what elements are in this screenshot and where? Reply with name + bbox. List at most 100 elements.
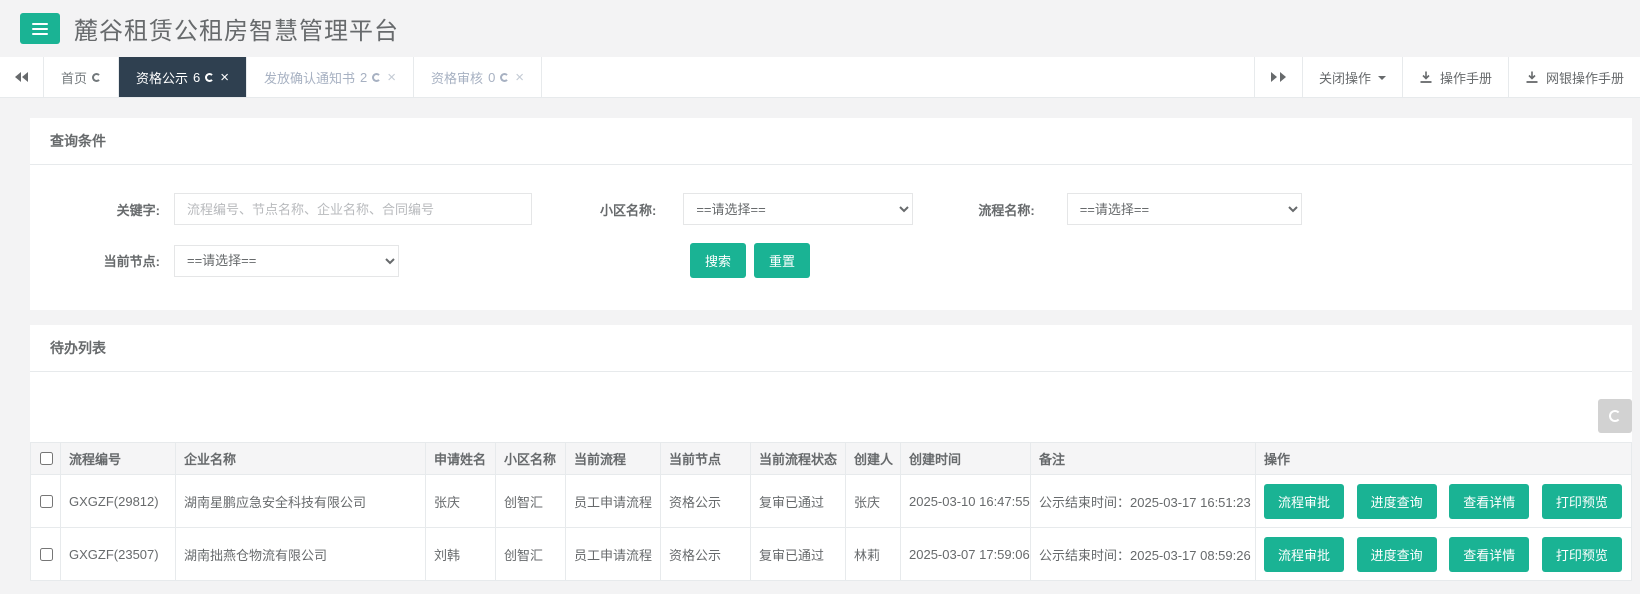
col-creator: 创建人 — [845, 442, 901, 475]
table-row: GXGZF(23507) 湖南拙燕仓物流有限公司 刘韩 创智汇 员工申请流程 资… — [30, 527, 1632, 581]
col-current-flow: 当前流程 — [565, 442, 661, 475]
table-header-row: 流程编号 企业名称 申请姓名 小区名称 当前流程 当前节点 当前流程状态 创建人… — [30, 442, 1632, 475]
refresh-icon[interactable] — [500, 72, 510, 82]
tab-bar: 首页 资格公示 6 × 发放确认通知书 2 × 资格审核 0 × 关闭操作 操作手 — [0, 57, 1640, 98]
double-left-arrow-icon — [22, 72, 28, 82]
cell-community: 创智汇 — [495, 474, 566, 528]
view-details-button[interactable]: 查看详情 — [1449, 536, 1530, 572]
cell-current-node: 资格公示 — [660, 527, 751, 581]
cell-process-no: GXGZF(29812) — [60, 474, 176, 528]
operation-manual-button[interactable]: 操作手册 — [1401, 57, 1508, 97]
app-header: 麓谷租赁公租房智慧管理平台 — [0, 0, 1640, 57]
tabbar-actions: 关闭操作 操作手册 网银操作手册 — [1253, 57, 1640, 97]
tabs-scroll-left-button[interactable] — [0, 57, 44, 97]
col-applicant: 申请姓名 — [425, 442, 496, 475]
main-content: 查询条件 关键字: 小区名称: ==请选择== 流程名称: ==请选择== 当前… — [0, 98, 1640, 581]
refresh-icon[interactable] — [205, 72, 215, 82]
col-actions: 操作 — [1255, 442, 1632, 475]
flow-name-select[interactable]: ==请选择== — [1066, 193, 1302, 225]
row-checkbox[interactable] — [39, 494, 53, 508]
tabs-scroll-right-button[interactable] — [1253, 57, 1302, 97]
close-icon[interactable]: × — [515, 70, 524, 85]
query-form: 关键字: 小区名称: ==请选择== 流程名称: ==请选择== 当前节点: =… — [30, 165, 1632, 310]
tab-count: 2 — [360, 69, 368, 85]
chevron-down-icon — [1377, 76, 1386, 80]
cell-remark: 公示结束时间：2025-03-17 08:59:26 — [1030, 527, 1256, 581]
query-panel-title: 查询条件 — [30, 118, 1632, 165]
todo-panel: 待办列表 流程编号 企业名称 申请姓名 小区名称 当前流程 当前节点 当前流程状… — [30, 325, 1632, 581]
download-icon — [1526, 71, 1538, 83]
ebank-manual-label: 网银操作手册 — [1545, 70, 1624, 86]
double-right-arrow-icon — [1270, 72, 1277, 82]
todo-panel-title: 待办列表 — [30, 325, 1632, 372]
cell-applicant: 张庆 — [425, 474, 496, 528]
menu-toggle-button[interactable] — [20, 13, 60, 44]
close-operations-label: 关闭操作 — [1318, 70, 1371, 86]
cell-current-flow: 员工申请流程 — [565, 474, 661, 528]
keyword-label: 关键字: — [116, 202, 160, 218]
close-icon[interactable]: × — [220, 70, 229, 85]
refresh-icon[interactable] — [372, 72, 382, 82]
select-all-checkbox[interactable] — [39, 452, 53, 465]
download-icon — [1420, 71, 1432, 83]
progress-query-button[interactable]: 进度查询 — [1356, 536, 1437, 572]
cell-company: 湖南拙燕仓物流有限公司 — [175, 527, 426, 581]
cell-flow-status: 复审已通过 — [750, 527, 846, 581]
close-icon[interactable]: × — [387, 70, 396, 85]
refresh-icon[interactable] — [92, 72, 102, 82]
flow-approve-button[interactable]: 流程审批 — [1264, 536, 1345, 572]
search-button[interactable]: 搜索 — [690, 243, 747, 278]
col-company: 企业名称 — [175, 442, 426, 475]
tab-issue-confirmation-notice[interactable]: 发放确认通知书 2 × — [247, 57, 415, 97]
print-preview-button[interactable]: 打印预览 — [1541, 536, 1622, 572]
cell-remark: 公示结束时间：2025-03-17 16:51:23 — [1030, 474, 1256, 528]
cell-current-node: 资格公示 — [660, 474, 751, 528]
community-label: 小区名称: — [600, 202, 657, 218]
cell-company: 湖南星鹏应急安全科技有限公司 — [175, 474, 426, 528]
page-title: 麓谷租赁公租房智慧管理平台 — [74, 18, 399, 45]
cell-actions: 流程审批 进度查询 查看详情 打印预览 — [1255, 474, 1632, 528]
double-right-arrow-icon — [1279, 72, 1286, 82]
hamburger-icon — [32, 22, 48, 25]
col-current-node: 当前节点 — [660, 442, 751, 475]
current-node-label: 当前节点: — [103, 254, 160, 269]
tab-count: 0 — [488, 69, 496, 85]
col-created-time: 创建时间 — [900, 442, 1031, 475]
print-preview-button[interactable]: 打印预览 — [1541, 483, 1622, 519]
col-community: 小区名称 — [495, 442, 566, 475]
reset-button[interactable]: 重置 — [754, 243, 811, 278]
table-refresh-button[interactable] — [1598, 399, 1632, 433]
cell-applicant: 刘韩 — [425, 527, 496, 581]
table-toolbar — [30, 372, 1632, 442]
tab-label: 首页 — [61, 70, 88, 86]
current-node-select[interactable]: ==请选择== — [174, 244, 399, 277]
cell-process-no: GXGZF(23507) — [60, 527, 176, 581]
flow-name-label: 流程名称: — [978, 202, 1035, 218]
todo-table: 流程编号 企业名称 申请姓名 小区名称 当前流程 当前节点 当前流程状态 创建人… — [30, 442, 1632, 581]
tab-qualification-review[interactable]: 资格审核 0 × — [414, 57, 543, 97]
cell-community: 创智汇 — [495, 527, 566, 581]
flow-approve-button[interactable]: 流程审批 — [1264, 483, 1345, 519]
progress-query-button[interactable]: 进度查询 — [1356, 483, 1437, 519]
row-checkbox[interactable] — [39, 547, 53, 561]
cell-flow-status: 复审已通过 — [750, 474, 846, 528]
tab-label: 资格审核 — [431, 70, 484, 86]
ebank-manual-button[interactable]: 网银操作手册 — [1507, 57, 1640, 97]
refresh-icon — [1609, 410, 1621, 422]
col-remark: 备注 — [1030, 442, 1256, 475]
view-details-button[interactable]: 查看详情 — [1449, 483, 1530, 519]
cell-created-time: 2025-03-10 16:47:55 — [900, 474, 1031, 528]
keyword-input[interactable] — [174, 193, 532, 225]
tab-qualification-publicity[interactable]: 资格公示 6 × — [119, 57, 248, 97]
double-left-arrow-icon — [15, 72, 21, 82]
close-operations-dropdown[interactable]: 关闭操作 — [1301, 57, 1402, 97]
query-panel: 查询条件 关键字: 小区名称: ==请选择== 流程名称: ==请选择== 当前… — [30, 118, 1632, 310]
table-row: GXGZF(29812) 湖南星鹏应急安全科技有限公司 张庆 创智汇 员工申请流… — [30, 474, 1632, 528]
col-process-no: 流程编号 — [60, 442, 176, 475]
cell-current-flow: 员工申请流程 — [565, 527, 661, 581]
cell-created-time: 2025-03-07 17:59:06 — [900, 527, 1031, 581]
community-select[interactable]: ==请选择== — [683, 193, 914, 225]
tab-home[interactable]: 首页 — [44, 57, 120, 97]
operation-manual-label: 操作手册 — [1439, 70, 1492, 86]
cell-creator: 张庆 — [845, 474, 901, 528]
